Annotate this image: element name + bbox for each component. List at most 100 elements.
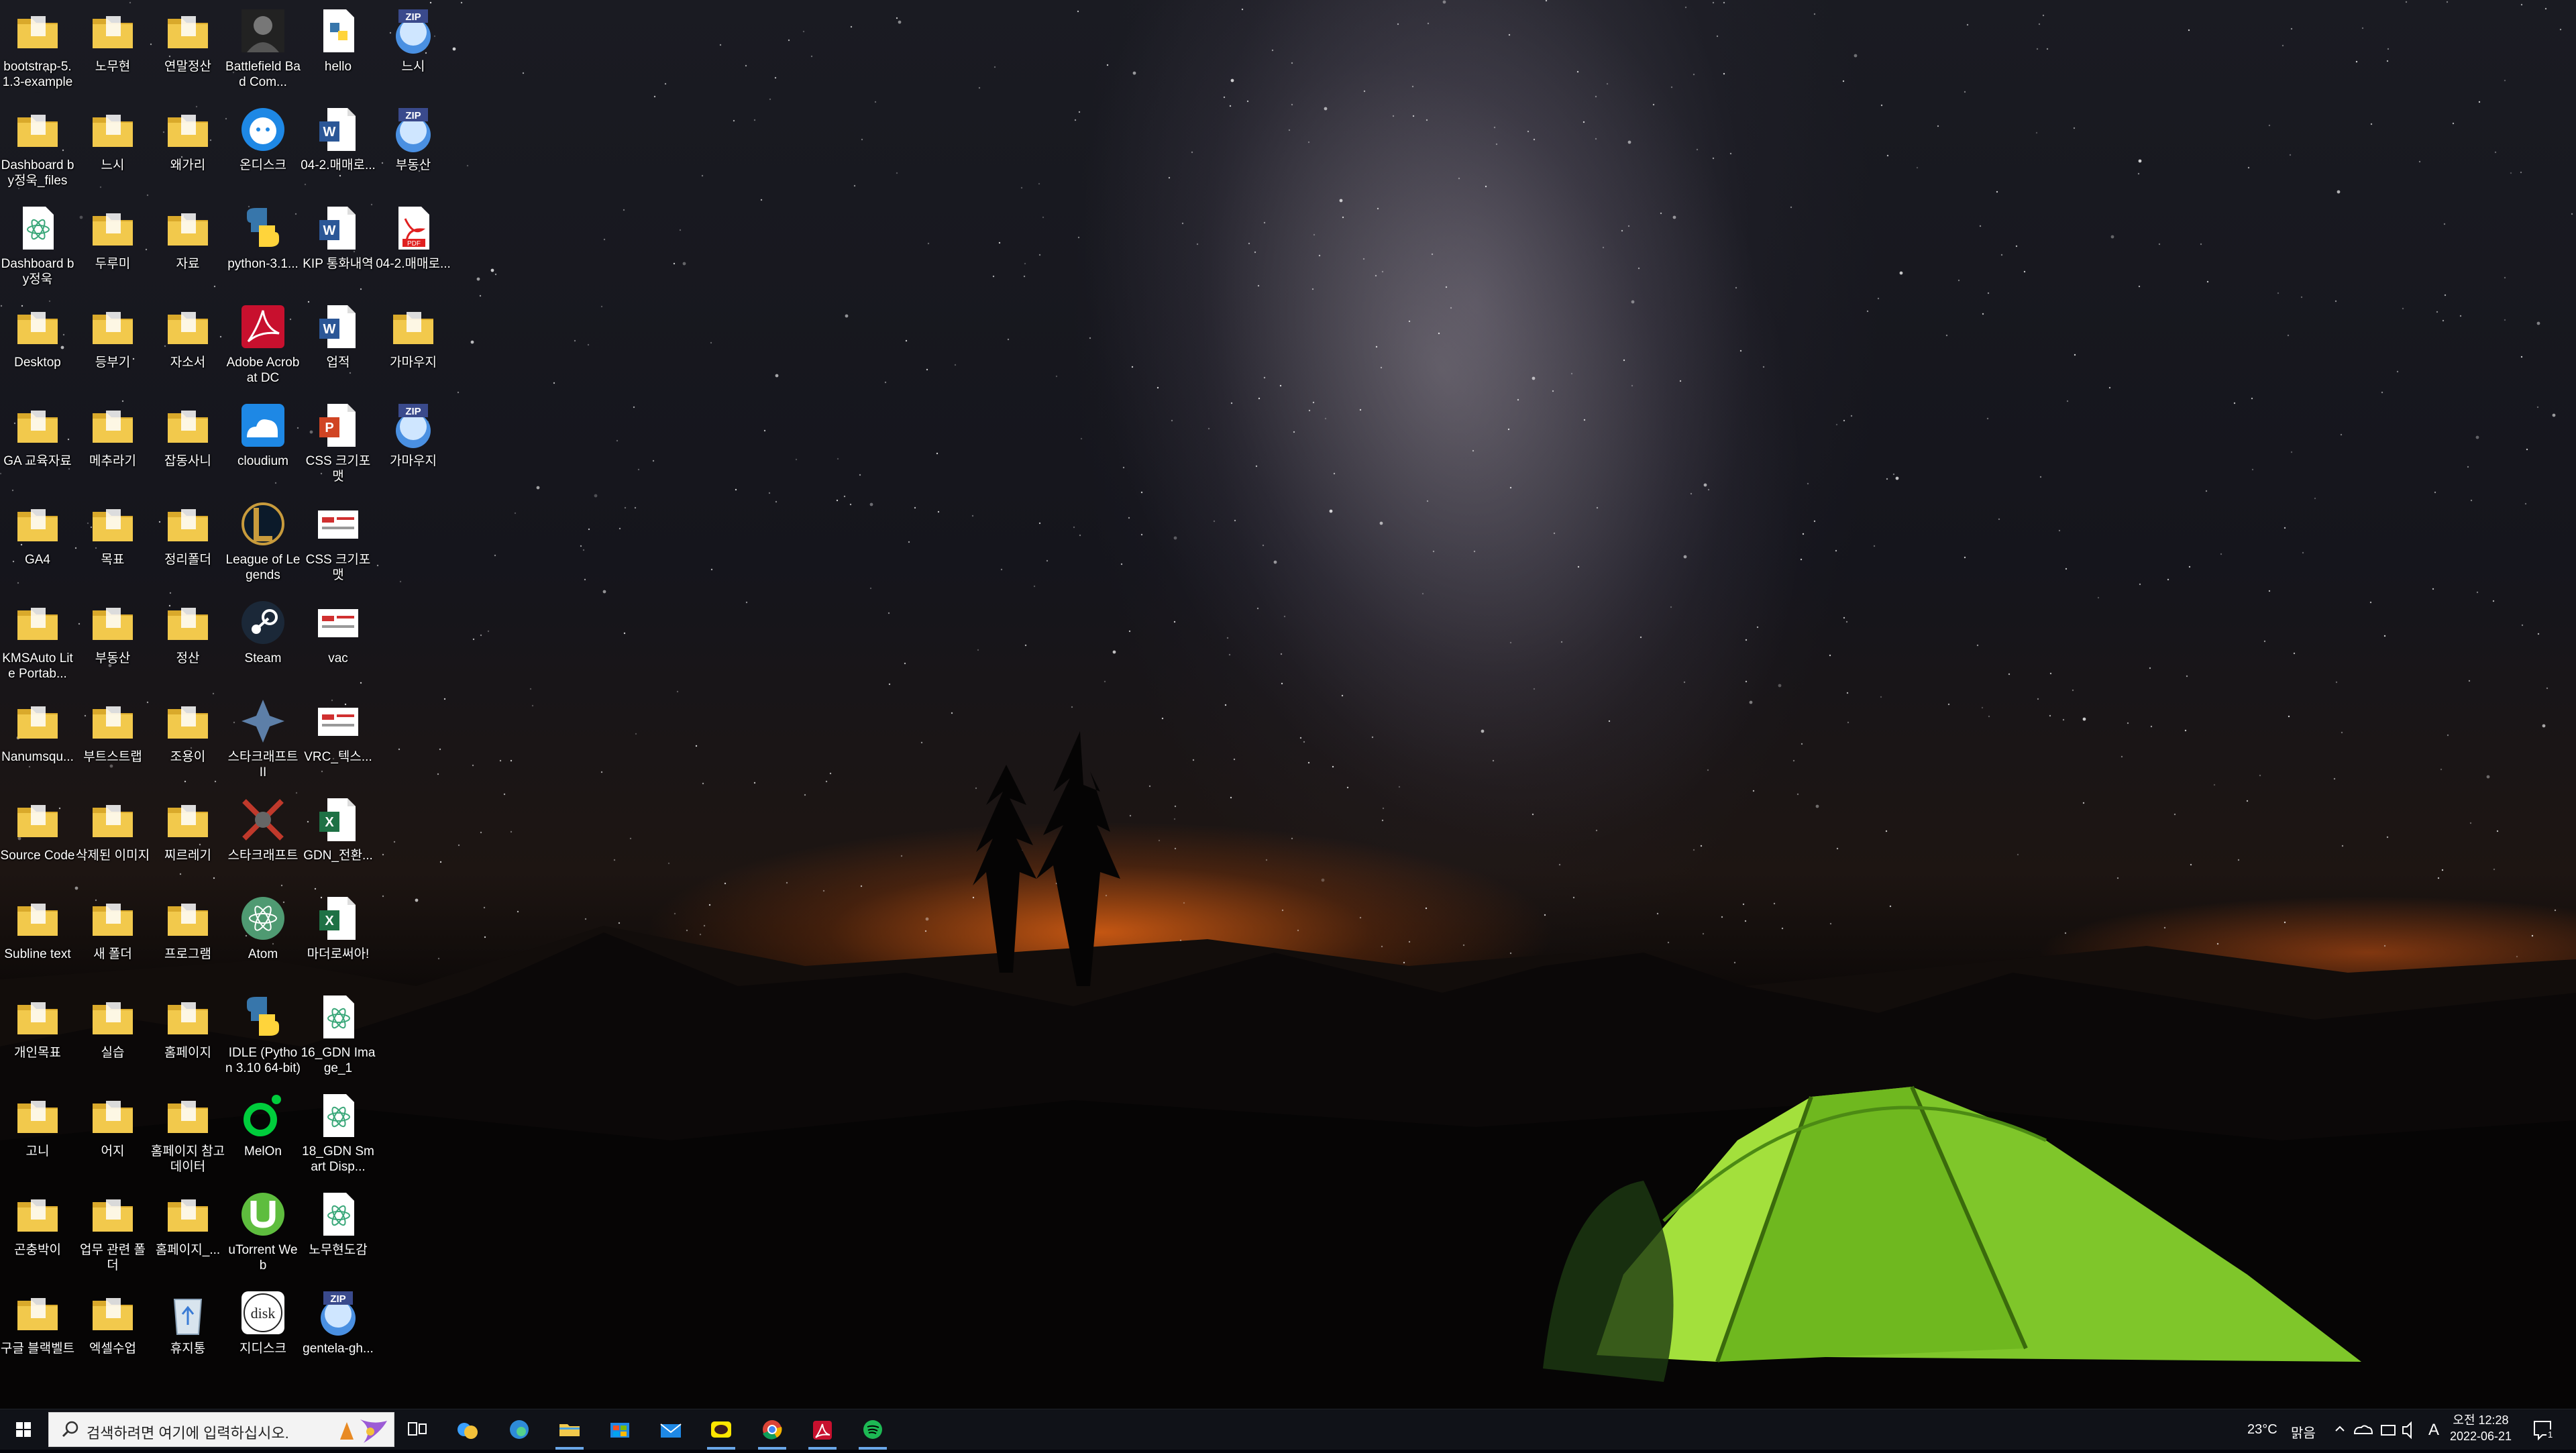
desktop-icon[interactable]: Source Code (0, 790, 75, 887)
folder-icon (87, 991, 138, 1042)
desktop-icon[interactable]: GA4 (0, 494, 75, 592)
desktop-icon[interactable]: IDLE (Python 3.10 64-bit) (225, 987, 301, 1085)
desktop-icon[interactable]: 메추라기 (75, 396, 150, 493)
atom-file-icon (313, 1090, 364, 1141)
desktop-icon[interactable]: Dashboard by정욱_files (0, 100, 75, 197)
desktop-icon[interactable]: ZIP 가마우지 (376, 396, 451, 493)
taskbar-app-mail[interactable] (646, 1409, 696, 1450)
taskbar-app-store[interactable] (595, 1409, 645, 1450)
desktop-icon[interactable]: 가마우지 (376, 297, 451, 394)
desktop-icon[interactable]: hello (301, 1, 376, 99)
desktop-icon[interactable]: 노무현 (75, 1, 150, 99)
desktop-icon[interactable]: GA 교육자료 (0, 396, 75, 493)
desktop-icon[interactable]: ZIP 부동산 (376, 100, 451, 197)
desktop-icon[interactable]: bootstrap-5.1.3-examples (0, 1, 75, 99)
desktop-icon[interactable]: 연말정산 (150, 1, 225, 99)
desktop-icon[interactable]: 개인목표 (0, 987, 75, 1085)
desktop-icon[interactable]: 왜가리 (150, 100, 225, 197)
desktop-icon[interactable]: Desktop (0, 297, 75, 394)
desktop-icon[interactable]: 느시 (75, 100, 150, 197)
search-box[interactable]: 검색하려면 여기에 입력하십시오. (48, 1412, 394, 1447)
desktop-icon[interactable]: W 업적 (301, 297, 376, 394)
desktop-icon[interactable]: Dashboard by정욱 (0, 199, 75, 296)
taskbar-app-task-view[interactable] (392, 1409, 442, 1450)
start-button[interactable] (0, 1409, 47, 1450)
desktop-icon[interactable]: uTorrent Web (225, 1185, 301, 1282)
desktop-icon[interactable]: 16_GDN Image_1 (301, 987, 376, 1085)
desktop-icon[interactable]: 곤충박이 (0, 1185, 75, 1282)
desktop-icon-label: 고니 (25, 1144, 50, 1159)
desktop-icon[interactable]: ZIP 느시 (376, 1, 451, 99)
desktop-icon[interactable]: 등부기 (75, 297, 150, 394)
desktop-icon[interactable]: disk 지디스크 (225, 1283, 301, 1381)
taskbar-app-edge[interactable] (494, 1409, 544, 1450)
desktop-icon[interactable]: 찌르레기 (150, 790, 225, 887)
taskbar-app-kakaotalk[interactable] (696, 1409, 746, 1450)
desktop-icon[interactable]: 노무현도감 (301, 1185, 376, 1282)
desktop-icon[interactable]: 자소서 (150, 297, 225, 394)
desktop-icon[interactable]: 어지 (75, 1086, 150, 1183)
desktop-icon[interactable]: P CSS 크기포맷 (301, 396, 376, 493)
taskbar-app-spotify[interactable] (848, 1409, 898, 1450)
desktop-icon[interactable]: Adobe Acrobat DC (225, 297, 301, 394)
desktop-icon[interactable]: X GDN_전환... (301, 790, 376, 887)
desktop-icon[interactable]: W 04-2.매매로... (301, 100, 376, 197)
desktop-icon[interactable]: VRC_텍스... (301, 692, 376, 789)
desktop-icon[interactable]: 실습 (75, 987, 150, 1085)
desktop-icon[interactable]: 홈페이지 (150, 987, 225, 1085)
desktop-icon[interactable]: 조용이 (150, 692, 225, 789)
desktop-icon[interactable]: 부동산 (75, 593, 150, 690)
desktop-icon[interactable]: MelOn (225, 1086, 301, 1183)
desktop-icon[interactable]: X 마더로써아! (301, 889, 376, 986)
desktop-icon[interactable]: League of Legends (225, 494, 301, 592)
notification-button[interactable]: 1 (2522, 1409, 2563, 1450)
taskbar-app-file-explorer[interactable] (545, 1409, 594, 1450)
desktop-icon[interactable]: 업무 관련 폴더 (75, 1185, 150, 1282)
desktop-icon[interactable]: 두루미 (75, 199, 150, 296)
desktop-icon[interactable]: Nanumsqu... (0, 692, 75, 789)
desktop-icon[interactable]: 구글 블랙벨트 (0, 1283, 75, 1381)
clock[interactable]: 오전 12:28 2022-06-21 (2449, 1412, 2513, 1447)
desktop-icon[interactable]: 목표 (75, 494, 150, 592)
desktop-icon[interactable]: 새 폴더 (75, 889, 150, 986)
desktop-icon[interactable]: 엑셀수업 (75, 1283, 150, 1381)
desktop-icon[interactable]: KMSAuto Lite Portab... (0, 593, 75, 690)
desktop-icon[interactable]: 잡동사니 (150, 396, 225, 493)
desktop-icon[interactable]: 삭제된 이미지 (75, 790, 150, 887)
ime-indicator[interactable]: A (2428, 1421, 2439, 1440)
sc1-icon (237, 794, 288, 845)
desktop-icon[interactable]: 홈페이지_... (150, 1185, 225, 1282)
desktop-icon[interactable]: 자료 (150, 199, 225, 296)
desktop-icon[interactable]: W KIP 통화내역 (301, 199, 376, 296)
desktop-icon[interactable]: python-3.1... (225, 199, 301, 296)
desktop-icon[interactable]: 스타크래프트 (225, 790, 301, 887)
desktop-icon-label: 잡동사니 (164, 454, 211, 468)
desktop-icon[interactable]: 홈페이지 참고데이터 (150, 1086, 225, 1183)
desktop-icon[interactable]: Subline text (0, 889, 75, 986)
desktop-icon[interactable]: vac (301, 593, 376, 690)
desktop-icon[interactable]: CSS 크기포맷 (301, 494, 376, 592)
desktop-icon[interactable]: Atom (225, 889, 301, 986)
mail-icon (660, 1423, 682, 1438)
desktop-icon[interactable]: 고니 (0, 1086, 75, 1183)
desktop-icon[interactable]: 스타크래프트 II (225, 692, 301, 789)
desktop-icon[interactable]: Steam (225, 593, 301, 690)
taskbar-app-widgets[interactable] (443, 1409, 492, 1450)
desktop-icon[interactable]: 휴지통 (150, 1283, 225, 1381)
desktop-icon[interactable]: 18_GDN Smart Disp... (301, 1086, 376, 1183)
desktop-icon[interactable]: cloudium (225, 396, 301, 493)
desktop-icon[interactable]: 부트스트랩 (75, 692, 150, 789)
weather-desc[interactable]: 맑음 (2291, 1422, 2316, 1442)
atom-icon (237, 893, 288, 944)
desktop-icon[interactable]: 온디스크 (225, 100, 301, 197)
desktop-icon[interactable]: ZIP gentela-gh... (301, 1283, 376, 1381)
desktop-icon[interactable]: 정리폴더 (150, 494, 225, 592)
desktop-icon[interactable]: PDF 04-2.매매로... (376, 199, 451, 296)
spotify-icon (863, 1420, 882, 1439)
weather-temp[interactable]: 23°C (2247, 1422, 2277, 1438)
desktop-icon[interactable]: 프로그램 (150, 889, 225, 986)
desktop-icon[interactable]: Battlefield Bad Com... (225, 1, 301, 99)
taskbar-app-acrobat[interactable] (798, 1409, 847, 1450)
desktop-icon[interactable]: 정산 (150, 593, 225, 690)
taskbar-app-chrome[interactable] (747, 1409, 797, 1450)
